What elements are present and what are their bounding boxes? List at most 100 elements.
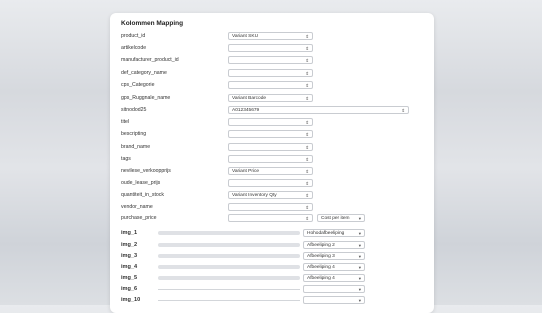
field-label: oude_lease_prijs (121, 180, 161, 186)
chevron-updown-icon: ⇕ (305, 46, 309, 51)
image-row-img-5: img_5 Afbeeliping 4 ▾ (121, 274, 421, 284)
image-select[interactable]: ▾ (303, 285, 365, 293)
chevron-updown-icon: ⇕ (305, 181, 309, 186)
field-label: gps_Ruggnale_name (121, 95, 171, 101)
field-label: artikelcode (121, 45, 147, 51)
chevron-updown-icon: ⇕ (305, 120, 309, 125)
chevron-updown-icon: ⇕ (305, 157, 309, 162)
chevron-updown-icon: ⇕ (401, 108, 405, 113)
chevron-updown-icon: ⇕ (305, 58, 309, 63)
image-row-img-2: img_2 Afbeeliping 2 ▾ (121, 241, 421, 251)
image-label: img_1 (121, 230, 138, 236)
image-select[interactable]: Afbeeliping 4 ▾ (303, 263, 365, 271)
mapping-row-sitnodod25: sitnodod25 A012345679 ⇕ (121, 106, 421, 116)
mapping-row-tags: tags ⇕ (121, 155, 421, 165)
mapping-row-artikelcode: artikelcode ⇕ (121, 44, 421, 54)
image-label: img_5 (121, 275, 138, 281)
image-select[interactable]: Afbeeliping 2 ▾ (303, 241, 365, 249)
chevron-down-icon: ▾ (358, 276, 361, 281)
chevron-down-icon: ▾ (358, 265, 361, 270)
field-label: tags (121, 156, 131, 162)
field-label: titel (121, 119, 130, 125)
mapping-select[interactable]: ⇕ (228, 81, 313, 89)
image-slot-bar (158, 254, 300, 258)
image-slot-bar (158, 243, 300, 247)
column-mapping-panel: Kolommen Mapping product_id Variant SKU ⇕… (110, 13, 434, 313)
image-label: img_3 (121, 253, 138, 259)
field-label: quantiteit_in_stock (121, 192, 164, 198)
chevron-updown-icon: ⇕ (305, 83, 309, 88)
mapping-select[interactable]: Variant Price ⇕ (228, 167, 313, 175)
chevron-down-icon: ▾ (358, 231, 361, 236)
field-label: brand_name (121, 144, 151, 150)
field-label: nevilese_verkoopprijs (121, 168, 171, 174)
mapping-select[interactable]: Variant Inventory Qty ⇕ (228, 191, 313, 199)
mapping-row-gps-ruggnale-name: gps_Ruggnale_name Variant Barcode ⇕ (121, 94, 421, 104)
image-row-img-6: img_6 ▾ (121, 285, 421, 295)
mapping-select[interactable]: ⇕ (228, 214, 313, 222)
chevron-updown-icon: ⇕ (305, 205, 309, 210)
image-slot-line (158, 289, 300, 290)
mapping-select[interactable]: ⇕ (228, 118, 313, 126)
mapping-row-bescripting: bescripting ⇕ (121, 130, 421, 140)
chevron-updown-icon: ⇕ (305, 34, 309, 39)
mapping-row-purchase-price: purchase_price ⇕ Cost per item ▾ (121, 214, 421, 224)
chevron-updown-icon: ⇕ (305, 193, 309, 198)
mapping-row-oude-lease-prijs: oude_lease_prijs ⇕ (121, 179, 421, 189)
mapping-row-product-id: product_id Variant SKU ⇕ (121, 32, 421, 42)
image-row-img-4: img_4 Afbeeliping 4 ▾ (121, 263, 421, 273)
image-select[interactable]: Afbeeliping 3 ▾ (303, 252, 365, 260)
chevron-updown-icon: ⇕ (305, 71, 309, 76)
field-label: def_category_name (121, 70, 167, 76)
field-label: sitnodod25 (121, 107, 147, 113)
mapping-select[interactable]: ⇕ (228, 44, 313, 52)
image-row-img-1: img_1 Hohodafbeeliping ▾ (121, 229, 421, 239)
image-label: img_4 (121, 264, 138, 270)
image-slot-line (158, 300, 300, 301)
mapping-select[interactable]: Variant SKU ⇕ (228, 32, 313, 40)
mapping-row-manufacturer-product-id: manufacturer_product_id ⇕ (121, 56, 421, 66)
chevron-down-icon: ▾ (358, 298, 361, 303)
field-label: bescripting (121, 131, 147, 137)
mapping-row-vendor-name: vendor_name ⇕ (121, 203, 421, 213)
mapping-row-titel: titel ⇕ (121, 118, 421, 128)
mapping-select[interactable]: ⇕ (228, 203, 313, 211)
image-select[interactable]: Hohodafbeeliping ▾ (303, 229, 365, 237)
field-label: cps_Categorie (121, 82, 155, 88)
mapping-row-nevilese-verkoopprijs: nevilese_verkoopprijs Variant Price ⇕ (121, 167, 421, 177)
cost-per-item-select[interactable]: Cost per item ▾ (317, 214, 365, 222)
image-slot-bar (158, 265, 300, 269)
chevron-down-icon: ▾ (358, 287, 361, 292)
image-select[interactable]: ▾ (303, 296, 365, 304)
mapping-select[interactable]: ⇕ (228, 143, 313, 151)
chevron-updown-icon: ⇕ (305, 216, 309, 221)
mapping-row-brand-name: brand_name ⇕ (121, 143, 421, 153)
chevron-updown-icon: ⇕ (305, 96, 309, 101)
mapping-select[interactable]: Variant Barcode ⇕ (228, 94, 313, 102)
image-row-img-3: img_3 Afbeeliping 3 ▾ (121, 252, 421, 262)
chevron-updown-icon: ⇕ (305, 169, 309, 174)
mapping-select[interactable]: ⇕ (228, 69, 313, 77)
image-slot-bar (158, 231, 300, 235)
mapping-select[interactable]: ⇕ (228, 130, 313, 138)
field-label: purchase_price (121, 215, 157, 221)
mapping-input[interactable]: A012345679 ⇕ (228, 106, 409, 114)
image-slot-bar (158, 276, 300, 280)
mapping-row-def-category-name: def_category_name ⇕ (121, 69, 421, 79)
mapping-select[interactable]: ⇕ (228, 155, 313, 163)
field-label: product_id (121, 33, 146, 39)
image-label: img_2 (121, 242, 138, 248)
chevron-down-icon: ▾ (358, 216, 361, 221)
chevron-updown-icon: ⇕ (305, 145, 309, 150)
image-label: img_6 (121, 286, 138, 292)
mapping-row-quantiteit-in-stock: quantiteit_in_stock Variant Inventory Qt… (121, 191, 421, 201)
chevron-down-icon: ▾ (358, 243, 361, 248)
field-label: manufacturer_product_id (121, 57, 179, 63)
field-label: vendor_name (121, 204, 153, 210)
mapping-select[interactable]: ⇕ (228, 56, 313, 64)
chevron-updown-icon: ⇕ (305, 132, 309, 137)
panel-title: Kolommen Mapping (121, 20, 184, 27)
chevron-down-icon: ▾ (358, 254, 361, 259)
mapping-select[interactable]: ⇕ (228, 179, 313, 187)
image-select[interactable]: Afbeeliping 4 ▾ (303, 274, 365, 282)
